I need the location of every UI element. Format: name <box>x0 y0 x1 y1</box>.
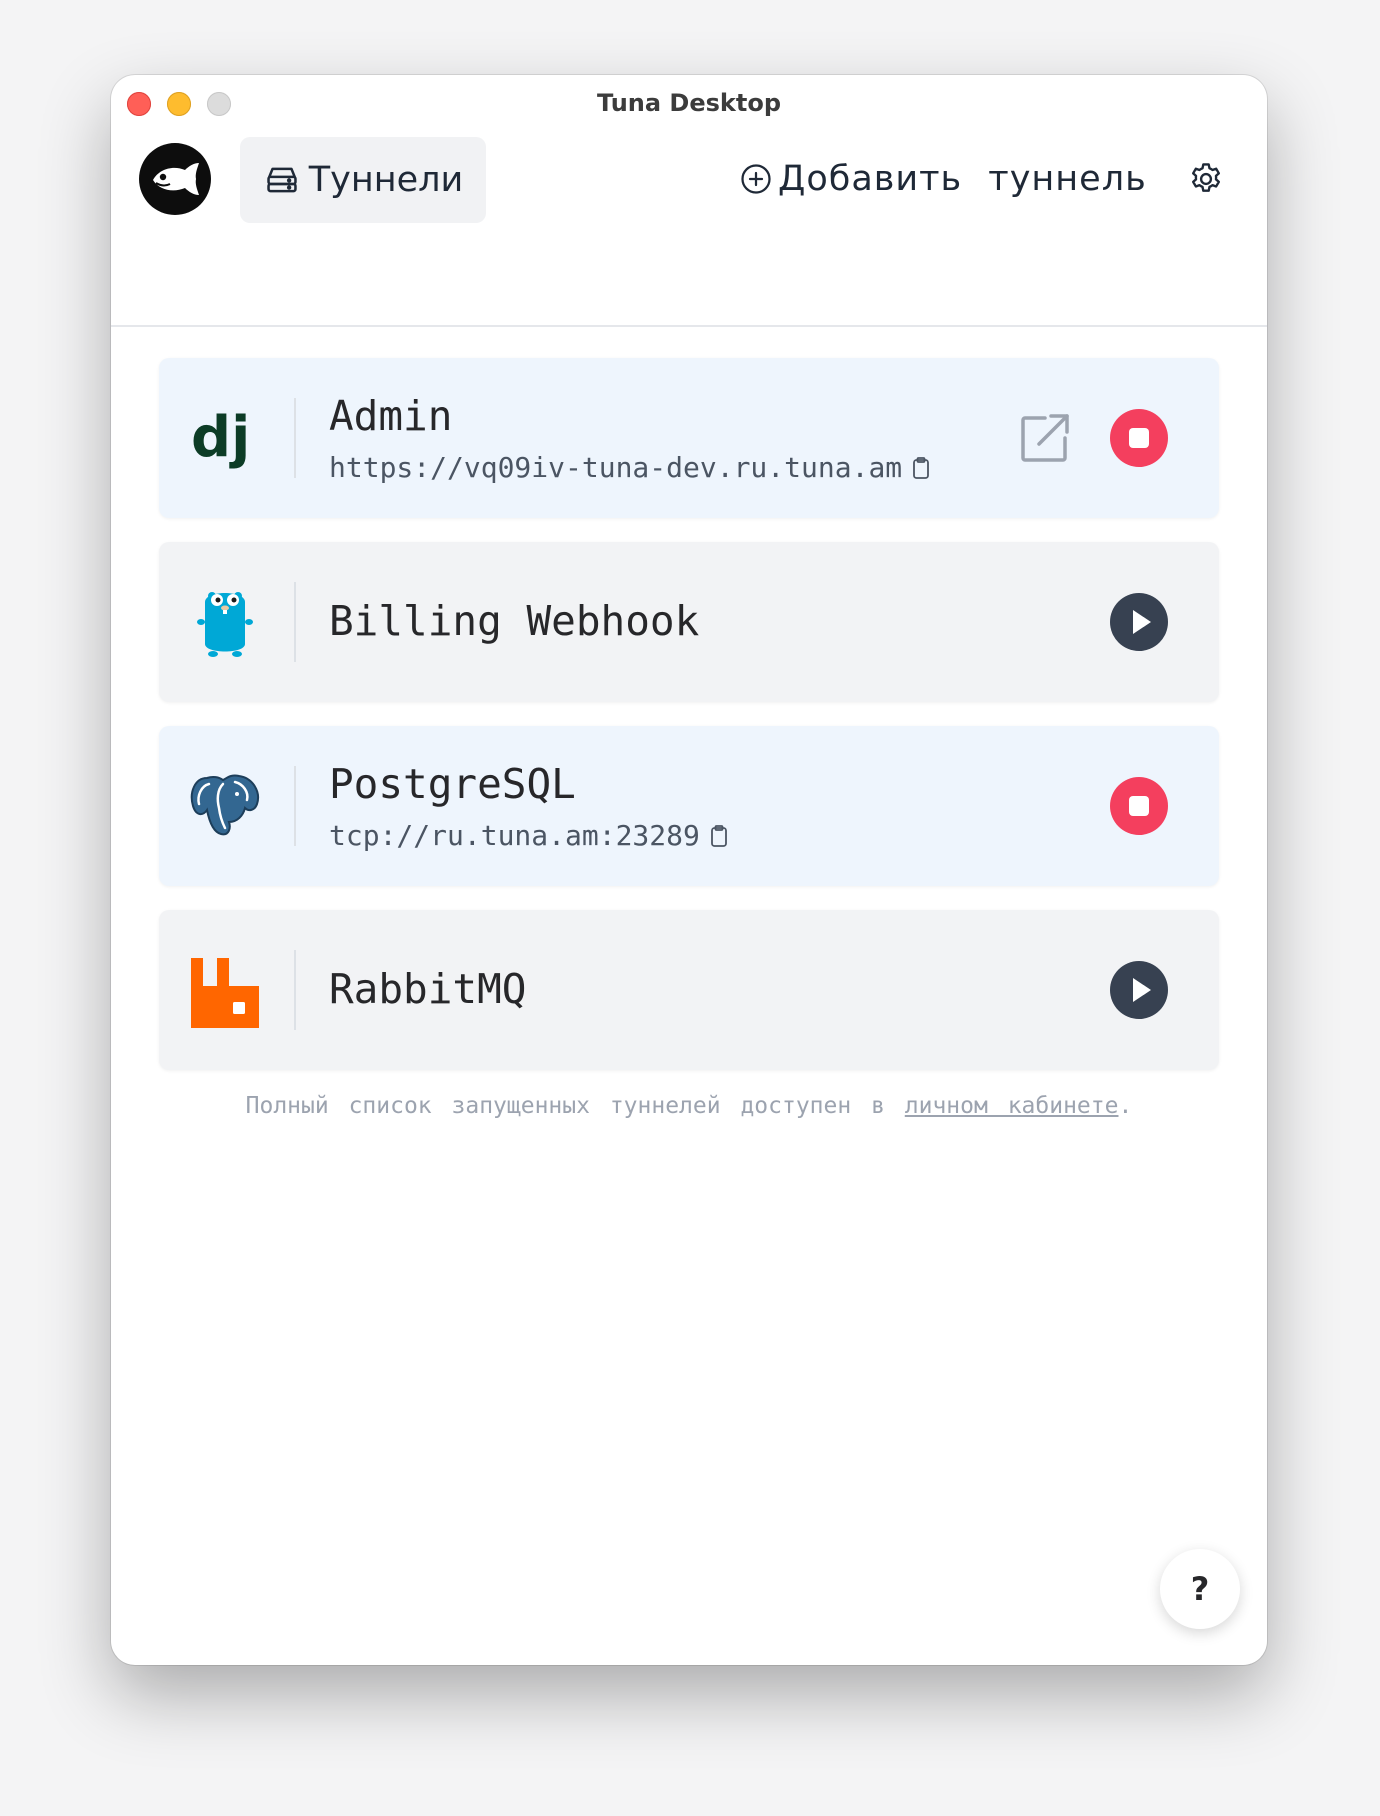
rabbitmq-icon <box>187 952 263 1028</box>
add-tunnel-label: Добавить туннель <box>778 159 1147 199</box>
personal-account-link[interactable]: личном кабинете <box>905 1093 1119 1119</box>
app-window: Tuna Desktop Туннели Добавить туннель dj… <box>111 75 1267 1665</box>
tunnel-url[interactable]: https://vq09iv-tuna-dev.ru.tuna.am <box>329 451 902 484</box>
tunnel-list: dj Admin https://vq09iv-tuna-dev.ru.tuna… <box>111 327 1267 1665</box>
footer-note: Полный список запущенных туннелей доступ… <box>111 1093 1267 1119</box>
clipboard-icon[interactable] <box>912 456 930 480</box>
open-external-link-icon[interactable] <box>1015 408 1075 468</box>
stop-tunnel-button[interactable] <box>1110 777 1168 835</box>
go-gopher-icon <box>187 584 263 660</box>
tuna-logo-icon <box>139 143 211 215</box>
footer-note-text: Полный список запущенных туннелей доступ… <box>245 1093 905 1119</box>
window-title: Tuna Desktop <box>596 89 782 117</box>
svg-text:dj: dj <box>191 405 250 470</box>
django-icon: dj <box>187 400 263 476</box>
plus-circle-icon <box>738 161 774 197</box>
tunnel-card-postgresql: PostgreSQL tcp://ru.tuna.am:23289 <box>159 726 1219 886</box>
stop-tunnel-button[interactable] <box>1110 409 1168 467</box>
title-bar: Tuna Desktop <box>111 75 1267 131</box>
start-tunnel-button[interactable] <box>1110 593 1168 651</box>
settings-gear-icon[interactable] <box>1187 160 1225 198</box>
tunnel-name: Admin <box>329 392 453 440</box>
tunnel-card-admin: dj Admin https://vq09iv-tuna-dev.ru.tuna… <box>159 358 1219 518</box>
tunnel-url-row: tcp://ru.tuna.am:23289 <box>329 819 728 852</box>
tab-tunnels-label: Туннели <box>308 160 464 200</box>
footer-note-suffix: . <box>1118 1093 1133 1119</box>
card-divider <box>294 766 296 846</box>
card-divider <box>294 950 296 1030</box>
tunnel-name: Billing Webhook <box>329 597 700 645</box>
server-icon <box>263 161 301 199</box>
tunnel-name: PostgreSQL <box>329 760 576 808</box>
card-divider <box>294 582 296 662</box>
clipboard-icon[interactable] <box>710 824 728 848</box>
help-button[interactable]: ? <box>1160 1549 1240 1629</box>
tunnel-url[interactable]: tcp://ru.tuna.am:23289 <box>329 819 700 852</box>
postgresql-icon <box>187 768 263 844</box>
toolbar: Туннели Добавить туннель <box>111 131 1267 327</box>
tunnel-name: RabbitMQ <box>329 965 527 1013</box>
card-divider <box>294 398 296 478</box>
add-tunnel-button[interactable]: Добавить туннель <box>738 151 1147 207</box>
tunnel-url-row: https://vq09iv-tuna-dev.ru.tuna.am <box>329 451 930 484</box>
tab-tunnels[interactable]: Туннели <box>240 137 486 223</box>
tunnel-card-rabbitmq: RabbitMQ <box>159 910 1219 1070</box>
start-tunnel-button[interactable] <box>1110 961 1168 1019</box>
tunnel-card-billing-webhook: Billing Webhook <box>159 542 1219 702</box>
